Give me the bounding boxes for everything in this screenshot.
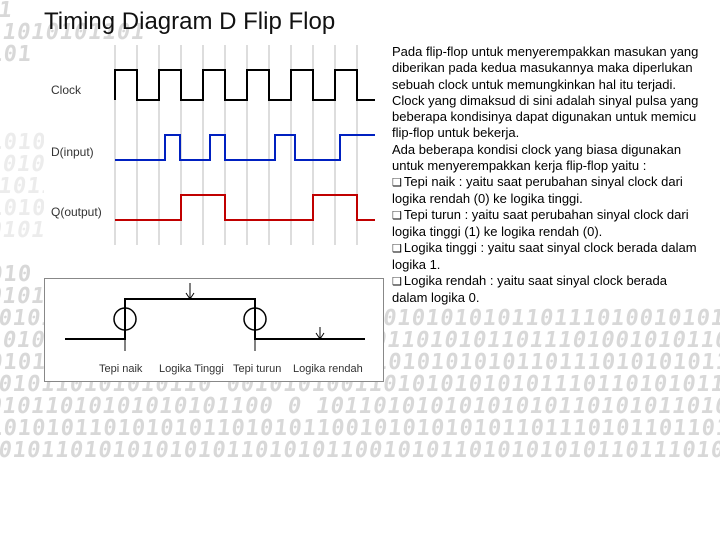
timing-diagram: Clock D(input) Q(output) [44, 44, 384, 244]
signal-label-d: D(input) [51, 145, 94, 159]
slide-content: Timing Diagram D Flip Flop Clock D(input… [0, 0, 720, 540]
edge-label-fall: Tepi turun [233, 363, 281, 375]
signal-label-clock: Clock [51, 83, 81, 97]
edge-label-rise: Tepi naik [99, 363, 142, 375]
bullet-rise: Tepi naik : yaitu saat perubahan sinyal … [392, 174, 704, 207]
edge-label-high: Logika Tinggi [159, 363, 224, 375]
content-row: Clock D(input) Q(output) [44, 44, 710, 382]
bullet-low: Logika rendah : yaitu saat sinyal clock … [392, 273, 704, 306]
signal-label-q: Q(output) [51, 205, 102, 219]
paragraph-3: Ada beberapa kondisi clock yang biasa di… [392, 142, 681, 173]
bullet-high: Logika tinggi : yaitu saat sinyal clock … [392, 240, 704, 273]
diagrams-column: Clock D(input) Q(output) [44, 44, 384, 382]
edge-diagram: Tepi naik Logika Tinggi Tepi turun Logik… [44, 278, 384, 382]
edge-svg [45, 279, 383, 359]
page-title: Timing Diagram D Flip Flop [44, 8, 710, 36]
explanation-text: Pada flip-flop untuk menyerempakkan masu… [392, 44, 710, 382]
paragraph-1: Pada flip-flop untuk menyerempakkan masu… [392, 44, 698, 92]
bullet-fall: Tepi turun : yaitu saat perubahan sinyal… [392, 207, 704, 240]
paragraph-2: Clock yang dimaksud di sini adalah sinya… [392, 93, 698, 141]
edge-label-low: Logika rendah [293, 363, 363, 375]
